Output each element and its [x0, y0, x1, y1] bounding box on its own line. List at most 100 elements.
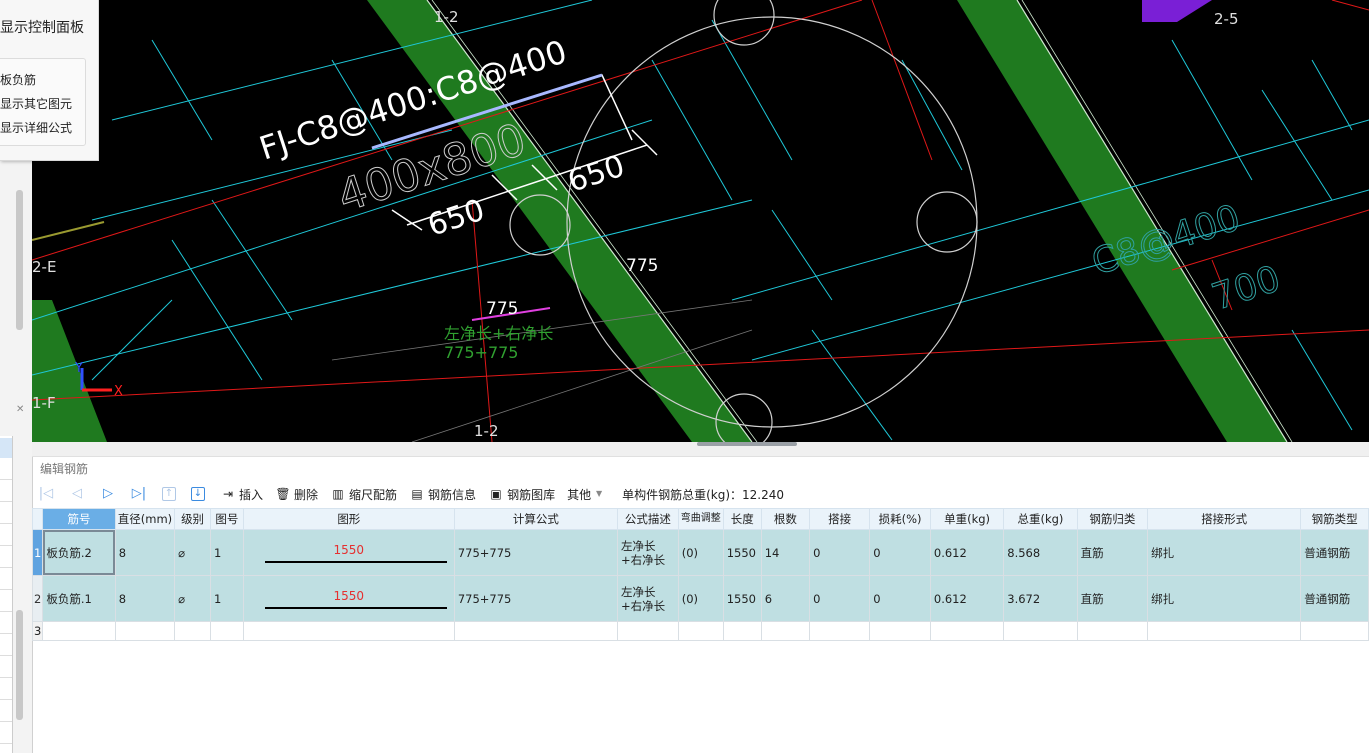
empty-cell[interactable]: [1147, 621, 1302, 641]
row-number[interactable]: 1: [31, 529, 44, 576]
cell-shape[interactable]: 1550: [242, 529, 455, 576]
cell-grade[interactable]: ⌀: [174, 529, 211, 576]
col-header[interactable]: 筋号: [42, 508, 116, 530]
move-up-button[interactable]: ↑: [156, 483, 185, 505]
empty-cell[interactable]: [242, 621, 455, 641]
dimension-left: 650: [424, 193, 489, 244]
empty-cell[interactable]: [617, 621, 679, 641]
empty-cell[interactable]: [869, 621, 931, 641]
first-record-button[interactable]: |◁: [32, 483, 63, 505]
empty-cell[interactable]: [929, 621, 1005, 641]
cell-bend-adjust[interactable]: (0): [677, 575, 724, 622]
empty-cell[interactable]: [1076, 621, 1149, 641]
cell-count[interactable]: 14: [760, 529, 811, 576]
col-header[interactable]: 钢筋归类: [1076, 508, 1149, 530]
panel-splitter[interactable]: [32, 442, 1369, 457]
cell-total-weight[interactable]: 8.568: [1003, 529, 1078, 576]
option-slab-negative-rebar[interactable]: 板负筋: [0, 71, 36, 88]
cell-total-weight[interactable]: 3.672: [1003, 575, 1078, 622]
col-header[interactable]: 单重(kg): [929, 508, 1005, 530]
col-header[interactable]: 弯曲调整: [677, 508, 724, 530]
scale-rebar-button[interactable]: ▥ 缩尺配筋: [324, 483, 403, 505]
table-row[interactable]: 1 板负筋.2 8 ⌀ 1 1550 775+775 左净长+右净长 (0) 1…: [31, 529, 1369, 576]
splitter-grip[interactable]: [697, 442, 797, 446]
first-icon: |◁: [38, 486, 54, 501]
empty-cell[interactable]: [42, 621, 116, 641]
cell-category[interactable]: 直筋: [1076, 575, 1149, 622]
cell-formula[interactable]: 775+775: [453, 529, 619, 576]
cell-unit-weight[interactable]: 0.612: [929, 575, 1005, 622]
rebar-library-button[interactable]: ▣ 钢筋图库: [482, 483, 561, 505]
empty-cell[interactable]: [453, 621, 619, 641]
cad-drawing: FJ-C8@400:C8@400 400x800 650 650 775 775…: [32, 0, 1369, 442]
col-header[interactable]: 总重(kg): [1003, 508, 1078, 530]
cell-rebar-type[interactable]: 普通钢筋: [1300, 575, 1369, 622]
col-header[interactable]: 公式描述: [617, 508, 679, 530]
cell-category[interactable]: 直筋: [1076, 529, 1149, 576]
col-header[interactable]: 长度: [722, 508, 762, 530]
col-header[interactable]: 图号: [209, 508, 244, 530]
col-header[interactable]: 钢筋类型: [1300, 508, 1369, 530]
cell-length[interactable]: 1550: [722, 529, 762, 576]
left-scrollbar[interactable]: [16, 190, 23, 330]
insert-button[interactable]: ⇥ 插入: [214, 483, 269, 505]
row-number[interactable]: 3: [31, 621, 44, 641]
left-grid-selected-row[interactable]: [0, 438, 12, 458]
other-dropdown[interactable]: 其他 ▼: [561, 483, 616, 505]
cell-bar-name[interactable]: 板负筋.1: [42, 575, 116, 622]
option-show-detailed-formula[interactable]: 显示详细公式: [0, 119, 72, 136]
cell-loss[interactable]: 0: [869, 529, 931, 576]
cell-formula-desc[interactable]: 左净长+右净长: [617, 529, 679, 576]
table-row[interactable]: 2 板负筋.1 8 ⌀ 1 1550 775+775 左净长+右净长 (0) 1…: [31, 575, 1369, 622]
next-record-button[interactable]: ▷: [94, 483, 125, 505]
prev-record-button[interactable]: ◁: [63, 483, 94, 505]
cell-lap[interactable]: 0: [809, 529, 871, 576]
cell-lap-type[interactable]: 绑扎: [1147, 529, 1302, 576]
option-show-other-elements[interactable]: 显示其它图元: [0, 95, 72, 112]
empty-cell[interactable]: [809, 621, 871, 641]
cell-shape[interactable]: 1550: [242, 575, 455, 622]
empty-cell[interactable]: [722, 621, 762, 641]
empty-cell[interactable]: [114, 621, 176, 641]
col-header[interactable]: 损耗(%): [869, 508, 931, 530]
cell-formula[interactable]: 775+775: [453, 575, 619, 622]
cell-figure-no[interactable]: 1: [209, 575, 244, 622]
empty-cell[interactable]: [174, 621, 211, 641]
cell-unit-weight[interactable]: 0.612: [929, 529, 1005, 576]
cell-bar-name[interactable]: 板负筋.2: [42, 529, 116, 576]
cell-formula-desc[interactable]: 左净长+右净长: [617, 575, 679, 622]
empty-cell[interactable]: [1003, 621, 1078, 641]
empty-cell[interactable]: [677, 621, 724, 641]
cell-grade[interactable]: ⌀: [174, 575, 211, 622]
last-record-button[interactable]: ▷|: [125, 483, 156, 505]
delete-button[interactable]: 🗑 删除: [269, 483, 324, 505]
cell-figure-no[interactable]: 1: [209, 529, 244, 576]
cell-bend-adjust[interactable]: (0): [677, 529, 724, 576]
rebar-info-button[interactable]: ▤ 钢筋信息: [403, 483, 482, 505]
cell-diameter[interactable]: 8: [114, 529, 176, 576]
empty-cell[interactable]: [1300, 621, 1369, 641]
cell-count[interactable]: 6: [760, 575, 811, 622]
table-row-empty[interactable]: 3: [31, 621, 1369, 641]
empty-cell[interactable]: [209, 621, 244, 641]
cell-lap-type[interactable]: 绑扎: [1147, 575, 1302, 622]
cell-lap[interactable]: 0: [809, 575, 871, 622]
row-number[interactable]: 2: [31, 575, 44, 622]
cell-length[interactable]: 1550: [722, 575, 762, 622]
cell-diameter[interactable]: 8: [114, 575, 176, 622]
col-header[interactable]: 级别: [174, 508, 211, 530]
library-icon: ▣: [490, 487, 502, 501]
move-down-button[interactable]: ↓: [185, 483, 214, 505]
col-header[interactable]: 根数: [760, 508, 811, 530]
col-header[interactable]: 搭接: [809, 508, 871, 530]
close-icon[interactable]: ✕: [16, 404, 24, 415]
cell-loss[interactable]: 0: [869, 575, 931, 622]
col-header[interactable]: 计算公式: [453, 508, 619, 530]
empty-cell[interactable]: [760, 621, 811, 641]
col-header[interactable]: 图形: [242, 508, 455, 530]
cad-canvas[interactable]: FJ-C8@400:C8@400 400x800 650 650 775 775…: [32, 0, 1369, 442]
col-header[interactable]: 搭接形式: [1147, 508, 1302, 530]
left-scrollbar-lower[interactable]: [16, 610, 23, 720]
cell-rebar-type[interactable]: 普通钢筋: [1300, 529, 1369, 576]
col-header[interactable]: 直径(mm): [114, 508, 176, 530]
